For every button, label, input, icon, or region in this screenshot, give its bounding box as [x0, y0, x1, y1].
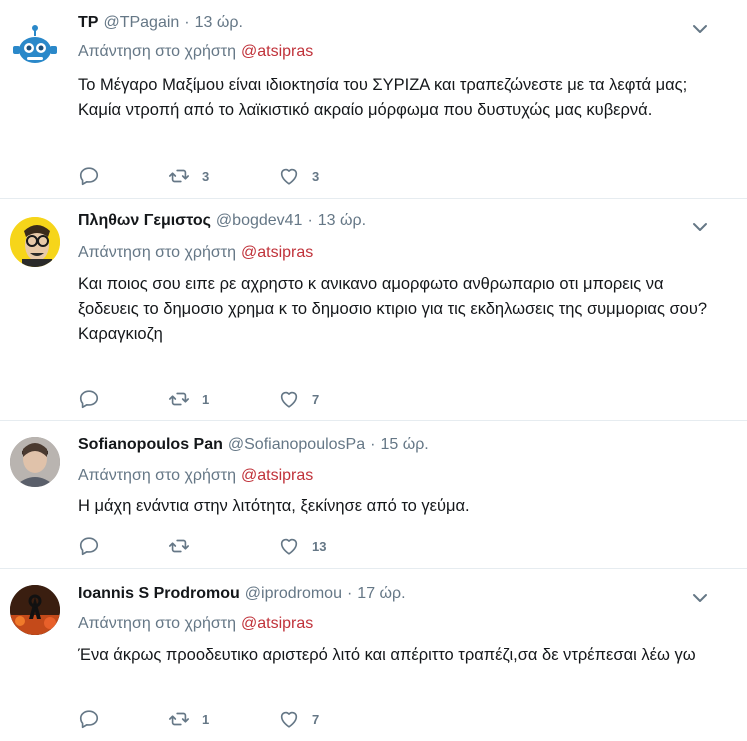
separator-dot: ·	[370, 436, 376, 453]
tweet-text-line: Καραγκιοζη	[78, 325, 163, 343]
reply-button[interactable]	[78, 388, 168, 410]
retweet-count: 3	[202, 168, 210, 184]
tweet-text: Ένα άκρως προοδευτικο αριστερό λιτό και …	[78, 643, 718, 668]
separator-dot: ·	[307, 212, 313, 229]
tweet-header: Ioannis S Prodromou @iprodromou · 17 ώρ.	[78, 585, 406, 603]
separator-dot: ·	[184, 14, 190, 31]
heart-icon	[280, 711, 298, 728]
reply-button[interactable]	[78, 535, 168, 557]
like-count: 7	[312, 711, 320, 727]
tweet-text: Το Μέγαρο Μαξίμου είναι ιδιοκτησία του Σ…	[78, 73, 718, 123]
retweet-count: 1	[202, 391, 210, 407]
reply-icon	[79, 537, 99, 556]
avatar[interactable]	[10, 22, 60, 72]
like-button[interactable]: 7	[278, 388, 378, 410]
tweet-text-line: Ένα άκρως προοδευτικο αριστερό λιτό και …	[78, 646, 696, 664]
heart-icon	[280, 391, 298, 408]
display-name[interactable]: Πληθων Γεμιστος	[78, 212, 211, 230]
tweet-actions: 1 7	[78, 708, 378, 730]
display-name[interactable]: Sofianopoulos Pan	[78, 436, 223, 454]
heart-icon	[280, 538, 298, 555]
mention-link[interactable]: @atsipras	[241, 615, 313, 632]
reply-icon	[79, 390, 99, 409]
timestamp[interactable]: 17 ώρ.	[357, 585, 405, 603]
tweet[interactable]: TP @TPagain · 13 ώρ. Απάντηση στο χρήστη…	[0, 0, 747, 199]
tweet-header: Sofianopoulos Pan @SofianopoulosPa · 15 …	[78, 436, 429, 454]
person-photo-icon	[10, 437, 60, 487]
tweet[interactable]: Πληθων Γεμιστος @bogdev41 · 13 ώρ. Απάντ…	[0, 199, 747, 421]
tweet-text-line: Η μάχη ενάντια στην λιτότητα, ξεκίνησε α…	[78, 497, 470, 515]
reply-context: Απάντηση στο χρήστη @atsipras	[78, 467, 313, 485]
like-button[interactable]: 7	[278, 708, 378, 730]
heart-icon	[280, 168, 298, 185]
username[interactable]: @TPagain	[103, 14, 179, 32]
avatar[interactable]	[10, 437, 60, 487]
tweet-text: Και ποιος σου ειπε ρε αχρηστο κ ανικανο …	[78, 272, 718, 347]
timestamp[interactable]: 13 ώρ.	[318, 212, 366, 230]
like-count: 7	[312, 391, 320, 407]
retweet-icon	[169, 392, 189, 406]
reply-context: Απάντηση στο χρήστη @atsipras	[78, 244, 313, 262]
tweet[interactable]: Sofianopoulos Pan @SofianopoulosPa · 15 …	[0, 421, 747, 569]
retweet-icon	[169, 539, 189, 553]
mention-link[interactable]: @atsipras	[241, 43, 313, 60]
reply-icon	[79, 167, 99, 186]
reply-context-label: Απάντηση στο χρήστη	[78, 244, 236, 261]
separator-dot: ·	[346, 585, 353, 602]
retweet-button[interactable]: 1	[168, 708, 278, 730]
username[interactable]: @SofianopoulosPa	[228, 436, 365, 454]
tweet-actions: 1 7	[78, 388, 378, 410]
like-button[interactable]: 3	[278, 165, 378, 187]
reply-context-label: Απάντηση στο χρήστη	[78, 615, 236, 632]
tweet-text-line: Και ποιος σου ειπε ρε αχρηστο κ ανικανο …	[78, 275, 708, 318]
retweet-icon	[169, 712, 189, 726]
chevron-down-icon[interactable]	[691, 20, 709, 38]
like-button[interactable]: 13	[278, 535, 378, 557]
reply-context-label: Απάντηση στο χρήστη	[78, 467, 236, 484]
black-ribbon-avatar-icon	[10, 585, 60, 635]
tweet-actions: 13	[78, 535, 378, 557]
avatar[interactable]	[10, 217, 60, 267]
chevron-down-icon[interactable]	[691, 589, 709, 607]
username[interactable]: @bogdev41	[216, 212, 303, 230]
chevron-down-icon[interactable]	[691, 218, 709, 236]
like-count: 3	[312, 168, 320, 184]
retweet-button[interactable]	[168, 535, 278, 557]
reply-context: Απάντηση στο χρήστη @atsipras	[78, 615, 313, 633]
username[interactable]: @iprodromou	[245, 585, 342, 603]
display-name[interactable]: TP	[78, 14, 98, 32]
retweet-button[interactable]: 1	[168, 388, 278, 410]
robot-avatar-icon	[13, 25, 57, 63]
caricature-avatar-icon	[10, 217, 60, 267]
reply-timeline: TP @TPagain · 13 ώρ. Απάντηση στο χρήστη…	[0, 0, 747, 741]
reply-button[interactable]	[78, 708, 168, 730]
mention-link[interactable]: @atsipras	[241, 244, 313, 261]
reply-icon	[79, 710, 99, 729]
like-count: 13	[312, 538, 327, 554]
tweet-text: Η μάχη ενάντια στην λιτότητα, ξεκίνησε α…	[78, 494, 718, 519]
reply-context-label: Απάντηση στο χρήστη	[78, 43, 236, 60]
tweet-header: Πληθων Γεμιστος @bogdev41 · 13 ώρ.	[78, 212, 366, 230]
tweet[interactable]: Ioannis S Prodromou @iprodromou · 17 ώρ.…	[0, 569, 747, 741]
timestamp[interactable]: 13 ώρ.	[195, 14, 243, 32]
timestamp[interactable]: 15 ώρ.	[380, 436, 428, 454]
reply-button[interactable]	[78, 165, 168, 187]
retweet-count: 1	[202, 711, 210, 727]
retweet-icon	[169, 169, 189, 183]
mention-link[interactable]: @atsipras	[241, 467, 313, 484]
tweet-header: TP @TPagain · 13 ώρ.	[78, 14, 243, 32]
display-name[interactable]: Ioannis S Prodromou	[78, 585, 240, 603]
avatar[interactable]	[10, 585, 60, 635]
tweet-actions: 3 3	[78, 165, 378, 187]
tweet-text-line: Το Μέγαρο Μαξίμου είναι ιδιοκτησία του Σ…	[78, 76, 688, 119]
reply-context: Απάντηση στο χρήστη @atsipras	[78, 43, 313, 61]
retweet-button[interactable]: 3	[168, 165, 278, 187]
